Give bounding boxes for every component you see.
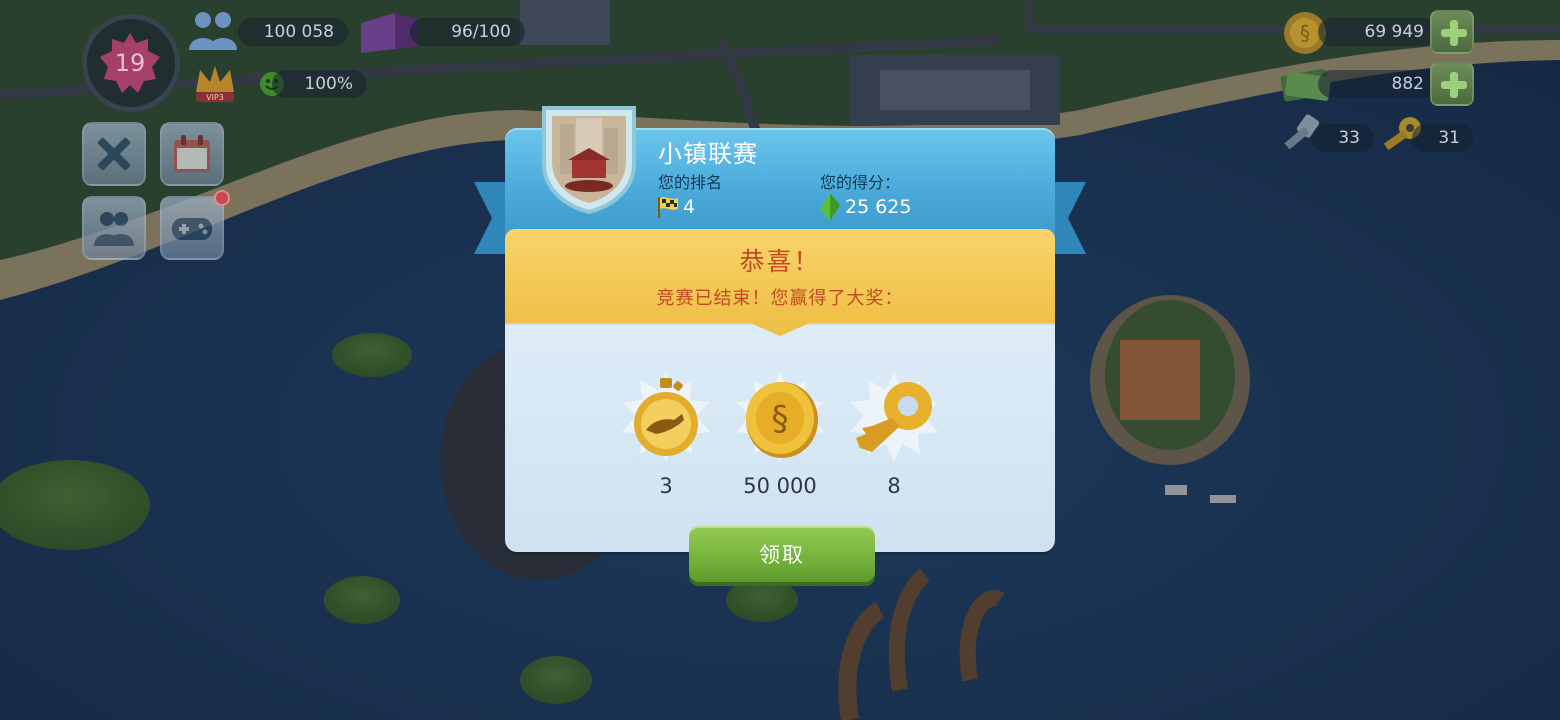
- vip-level-label: VIP3: [206, 93, 224, 102]
- golden-key-reward-icon: [850, 372, 938, 462]
- score-value: 25 625: [845, 196, 912, 218]
- population-value: 100 058: [238, 18, 348, 46]
- score-label: 您的得分：: [820, 173, 901, 192]
- claim-button[interactable]: 领取: [689, 526, 875, 582]
- golden-keys-value: 31: [1412, 124, 1474, 152]
- score-gem-icon: [820, 193, 840, 221]
- congrats-banner-pointer: [748, 322, 812, 336]
- rank-label: 您的排名: [658, 173, 723, 192]
- gamepad-icon: [172, 218, 212, 240]
- happiness-value: 100%: [272, 70, 367, 98]
- league-town-shield-icon: [542, 106, 636, 214]
- tools-icon: [97, 137, 131, 171]
- congrats-heading: 恭喜！: [739, 247, 821, 276]
- calendar-icon: [174, 135, 210, 172]
- calendar-button[interactable]: [160, 122, 224, 186]
- population-icon: [189, 12, 237, 50]
- reward-qty-simoleons: 50 000: [743, 474, 817, 498]
- add-simcash-button[interactable]: [1430, 62, 1474, 106]
- checkered-flag-icon: [658, 197, 678, 218]
- platinum-keys-value: 33: [1312, 124, 1374, 152]
- build-tools-button[interactable]: [82, 122, 146, 186]
- games-button[interactable]: [160, 196, 224, 260]
- level-number: 19: [114, 49, 146, 77]
- storage-value: 96/100: [410, 18, 525, 46]
- speedup-stopwatch-icon: [622, 372, 710, 462]
- simoleons-value: 69 949: [1318, 18, 1438, 46]
- svg-text:§: §: [1300, 21, 1310, 45]
- league-title: 小镇联赛: [658, 140, 758, 168]
- svg-text:§: §: [772, 399, 789, 439]
- simcash-value: 882: [1318, 70, 1438, 98]
- simoleon-coin-reward-icon: §: [736, 372, 824, 462]
- games-notification-badge: [214, 190, 230, 206]
- reward-qty-speedups: 3: [659, 474, 673, 498]
- contest-ended-message: 竞赛已结束！您赢得了大奖：: [656, 288, 904, 309]
- add-simoleons-button[interactable]: [1430, 10, 1474, 54]
- friends-button[interactable]: [82, 196, 146, 260]
- friends-icon: [94, 212, 134, 246]
- rank-value: 4: [683, 196, 696, 218]
- reward-qty-golden-keys: 8: [887, 474, 901, 498]
